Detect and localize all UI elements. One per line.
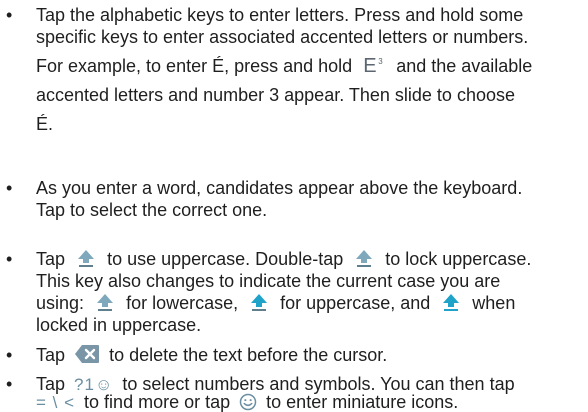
more-symbols-key-icon: = \ < (36, 393, 76, 412)
text-span: and the available (396, 56, 533, 76)
text-span: Tap (36, 345, 66, 365)
e-key-letter: E (363, 55, 377, 77)
text-span: to select numbers and symbols. You can t… (122, 374, 515, 394)
bullet-marker: • (6, 345, 13, 365)
bullet-marker: • (6, 249, 13, 269)
bullet-marker: • (6, 178, 13, 198)
paragraph-line: É. (36, 114, 54, 134)
paragraph-line: = \ < to find more or tap to enter minia… (36, 392, 588, 412)
paragraph-line: For example, to enter É, press and hold … (36, 55, 588, 77)
e-key-superscript: 3 (378, 57, 383, 66)
paragraph-line: Tap the alphabetic keys to enter letters… (36, 5, 524, 25)
shift-uppercase-icon (251, 294, 268, 312)
paragraph-line: specific keys to enter associated accent… (36, 27, 529, 47)
paragraph-line: locked in uppercase. (36, 315, 202, 335)
help-document: • Tap the alphabetic keys to enter lette… (0, 0, 588, 412)
backspace-icon (75, 345, 100, 364)
text-span: For example, to enter É, press and hold (36, 56, 353, 76)
bullet-marker: • (6, 5, 13, 25)
text-span: using: (36, 293, 85, 313)
paragraph-line: accented letters and number 3 appear. Th… (36, 85, 515, 105)
shift-arrow-icon (78, 250, 95, 268)
smiley-icon (239, 394, 257, 411)
paragraph-line: This key also changes to indicate the cu… (36, 271, 501, 291)
shift-arrow-icon (356, 250, 373, 268)
bullet-marker: • (6, 374, 13, 394)
text-span: Tap (36, 249, 66, 269)
text-span: to delete the text before the cursor. (109, 345, 388, 365)
shift-locked-icon (443, 294, 460, 312)
e-key-icon: E 3 (361, 55, 387, 77)
shift-lowercase-icon (97, 294, 114, 312)
text-span: to enter miniature icons. (266, 392, 459, 412)
text-span: for lowercase, (126, 293, 239, 313)
text-span: to lock uppercase. (385, 249, 532, 269)
paragraph-line: Tap ?1☺ to select numbers and symbols. Y… (36, 373, 588, 394)
paragraph-line: using: for lowercase, for uppercase, and… (36, 292, 588, 314)
text-span: for uppercase, and (280, 293, 431, 313)
paragraph-line: As you enter a word, candidates appear a… (36, 178, 523, 198)
text-span: when (472, 293, 516, 313)
text-span: to use uppercase. Double-tap (107, 249, 344, 269)
text-span: to find more or tap (84, 392, 231, 412)
text-span: Tap (36, 374, 66, 394)
paragraph-line: Tap to select the correct one. (36, 200, 268, 220)
paragraph-line: Tap to use uppercase. Double-tap to lock… (36, 248, 588, 270)
paragraph-line: Tap to delete the text before the cursor… (36, 344, 588, 366)
